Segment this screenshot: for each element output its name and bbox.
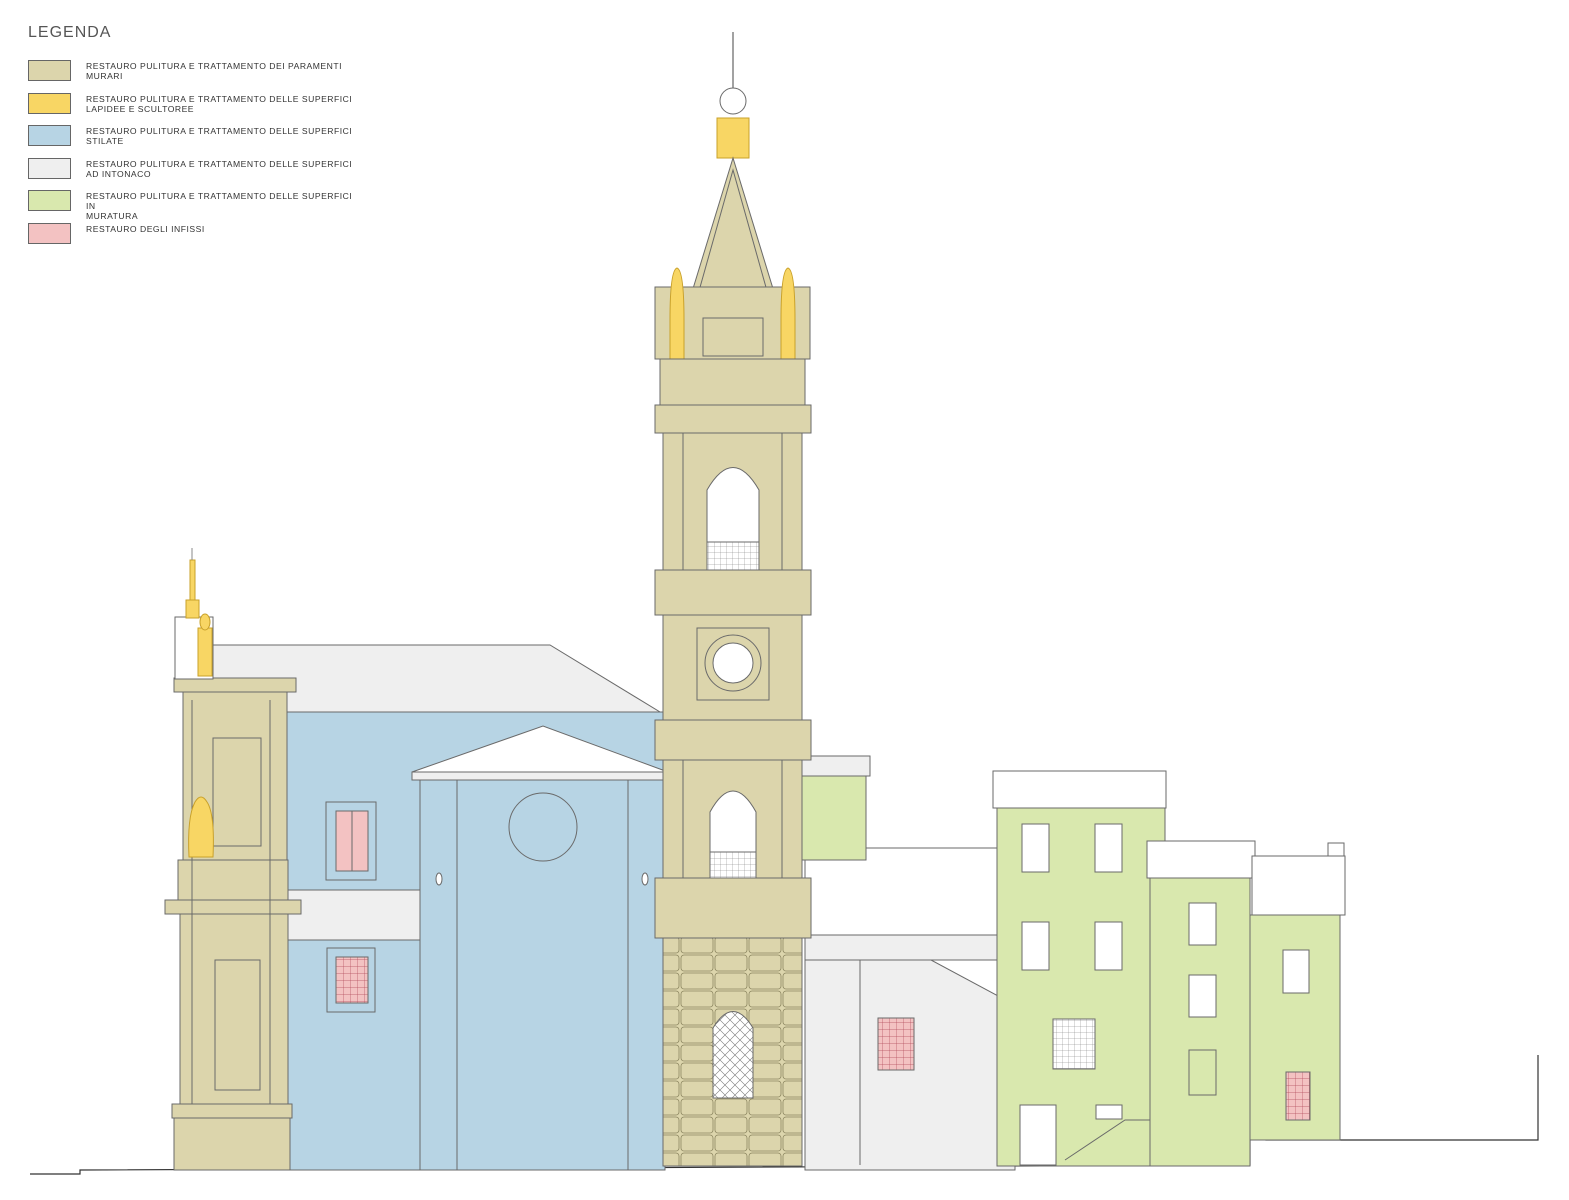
window-grid [877, 1017, 915, 1071]
spire-sphere [719, 87, 747, 115]
green-wall-patch [799, 775, 867, 861]
left-tower-base [179, 913, 289, 1105]
tower-entrance [712, 1011, 754, 1099]
window-grid [335, 956, 369, 1004]
entrance-door [1019, 1104, 1057, 1166]
bell-tower [654, 32, 812, 1167]
window-grid [1285, 1071, 1311, 1121]
spire-gold-crown [716, 117, 750, 159]
window-grid [1052, 1018, 1096, 1070]
facade-elevation-drawing [30, 32, 1539, 1175]
lower-roof-band [284, 889, 426, 941]
